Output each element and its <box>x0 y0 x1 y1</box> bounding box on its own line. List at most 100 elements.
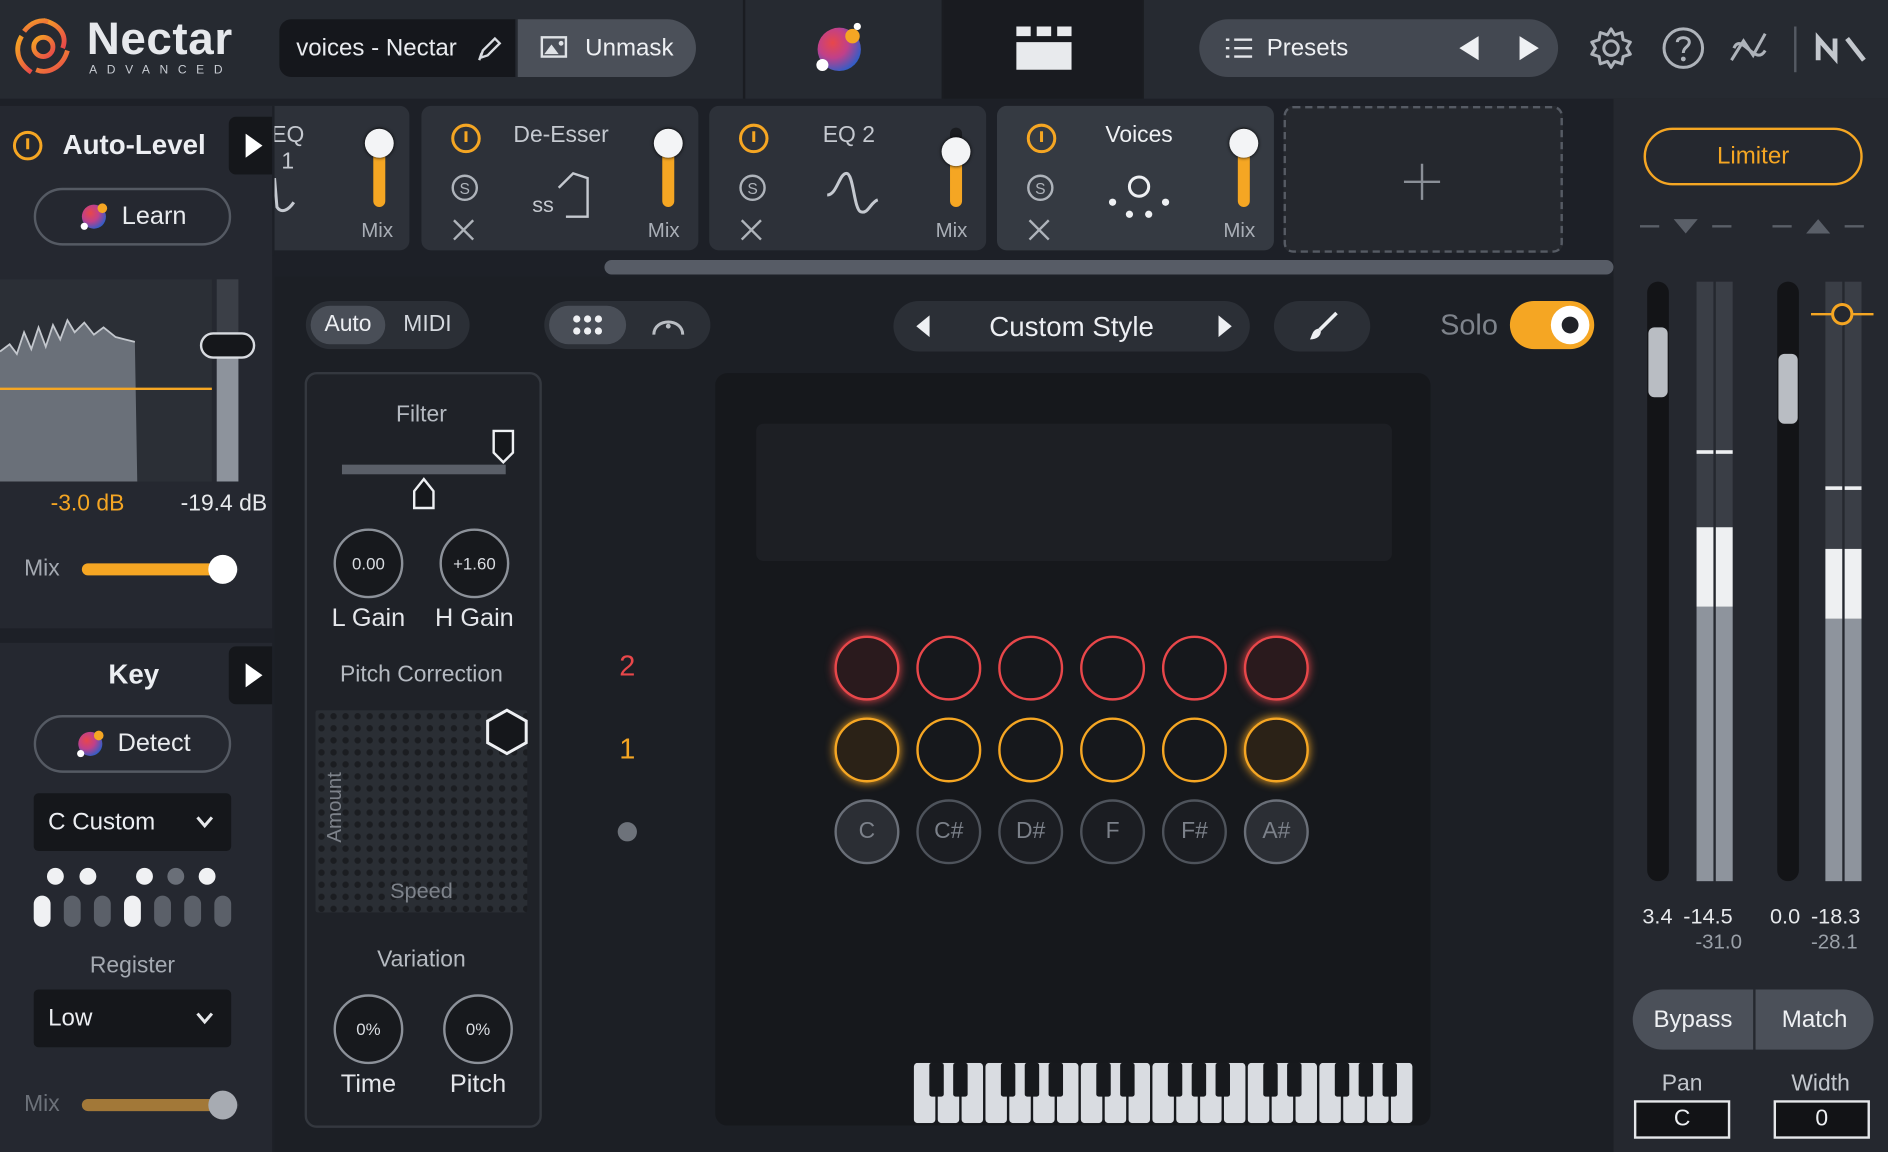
root-note-fsharp[interactable]: F# <box>1161 799 1227 865</box>
register-dropdown[interactable]: Low <box>33 989 232 1048</box>
root-note-asharp[interactable]: A# <box>1243 799 1309 865</box>
auto-level-mix-slider[interactable] <box>81 554 239 584</box>
voice-2-note-csharp[interactable] <box>916 635 982 701</box>
key-expand-button[interactable] <box>228 646 273 705</box>
voice-1-note-f[interactable] <box>1080 717 1146 783</box>
solo-icon[interactable]: S <box>1026 173 1055 202</box>
voice-1-note-dsharp[interactable] <box>998 717 1064 783</box>
output-gain-fader[interactable] <box>1777 281 1799 882</box>
next-preset-icon[interactable] <box>1517 36 1541 61</box>
close-icon[interactable] <box>450 217 476 243</box>
grid-view-button[interactable] <box>549 305 627 345</box>
voice-2-note-c[interactable] <box>834 635 900 701</box>
voice-2-note-dsharp[interactable] <box>998 635 1064 701</box>
limiter-threshold-handle[interactable] <box>1810 301 1874 327</box>
solo-icon[interactable]: S <box>450 173 479 202</box>
prev-preset-icon[interactable] <box>1457 36 1481 61</box>
close-icon[interactable] <box>1026 217 1052 243</box>
slider-knob[interactable] <box>653 128 683 158</box>
assistant-orb-icon[interactable] <box>812 22 867 77</box>
power-icon[interactable] <box>12 130 43 161</box>
voice-1-note-csharp[interactable] <box>916 717 982 783</box>
root-note-csharp[interactable]: C# <box>916 799 982 865</box>
edit-pencil-icon[interactable] <box>476 34 505 63</box>
plugin-link-icon[interactable] <box>1724 24 1772 72</box>
slider-knob[interactable] <box>941 137 971 167</box>
fader-knob[interactable] <box>1648 327 1668 398</box>
limiter-button[interactable]: Limiter <box>1643 127 1863 186</box>
learn-button[interactable]: Learn <box>33 187 232 246</box>
settings-gear-icon[interactable] <box>1587 24 1635 72</box>
pitch-correction-handle[interactable] <box>484 708 530 756</box>
add-module-slot[interactable] <box>1283 105 1563 253</box>
piano-black-key[interactable] <box>1191 1062 1207 1097</box>
auto-level-expand-button[interactable] <box>228 116 273 175</box>
key-mix-slider[interactable] <box>81 1090 239 1120</box>
filter-range-slider[interactable] <box>340 429 521 513</box>
pan-field[interactable]: C <box>1633 1100 1731 1139</box>
presets-bar[interactable]: Presets <box>1199 19 1559 78</box>
key-scale-dropdown[interactable]: C Custom <box>33 793 232 852</box>
mode-auto-button[interactable]: Auto <box>310 305 386 345</box>
voice-2-note-f[interactable] <box>1080 635 1146 701</box>
edit-style-button[interactable] <box>1273 300 1371 352</box>
piano-black-key[interactable] <box>1287 1062 1302 1097</box>
piano-keyboard[interactable] <box>913 1062 1414 1124</box>
input-gain-fader[interactable] <box>1647 281 1669 882</box>
piano-black-key[interactable] <box>1382 1062 1397 1097</box>
view-tab-modules[interactable] <box>944 0 1142 99</box>
pitch-variation-knob[interactable]: 0% <box>443 994 513 1065</box>
piano-black-key[interactable] <box>929 1062 944 1097</box>
module-mix-slider[interactable] <box>941 127 971 208</box>
solo-toggle[interactable] <box>1509 300 1595 350</box>
solo-icon[interactable]: S <box>738 173 767 202</box>
piano-black-key[interactable] <box>1215 1062 1230 1097</box>
high-gain-knob[interactable]: +1.60 <box>439 528 510 599</box>
width-field[interactable]: 0 <box>1773 1100 1870 1139</box>
module-mix-slider[interactable] <box>653 127 683 208</box>
style-name[interactable]: Custom Style <box>942 311 1202 344</box>
module-mix-slider[interactable] <box>1229 127 1259 208</box>
detect-button[interactable]: Detect <box>33 715 232 773</box>
piano-black-key[interactable] <box>953 1062 968 1097</box>
low-gain-knob[interactable]: 0.00 <box>333 528 404 599</box>
voice-2-note-asharp[interactable] <box>1243 635 1309 701</box>
root-note-f[interactable]: F <box>1080 799 1146 865</box>
voice-1-note-fsharp[interactable] <box>1161 717 1227 783</box>
module-eq2[interactable]: S EQ 2 Mix <box>709 105 987 251</box>
root-note-dsharp[interactable]: D# <box>998 799 1064 865</box>
prev-style-icon[interactable] <box>915 315 932 338</box>
scale-keys-selector[interactable] <box>31 867 236 930</box>
time-variation-knob[interactable]: 0% <box>333 994 404 1065</box>
voice-1-note-asharp[interactable] <box>1243 717 1309 783</box>
piano-black-key[interactable] <box>1096 1062 1111 1097</box>
module-de-esser[interactable]: S De-Esser ss Mix <box>421 105 699 251</box>
module-mix-slider[interactable] <box>364 127 394 208</box>
bypass-button[interactable]: Bypass <box>1632 989 1754 1050</box>
match-button[interactable]: Match <box>1755 989 1874 1050</box>
arc-view-button[interactable] <box>631 306 706 345</box>
piano-black-key[interactable] <box>1024 1062 1040 1097</box>
module-voices[interactable]: S Voices Mix <box>996 105 1274 251</box>
piano-black-key[interactable] <box>1000 1062 1016 1097</box>
root-note-c[interactable]: C <box>834 799 900 865</box>
target-level-slider[interactable] <box>199 279 256 482</box>
voice-1-note-c[interactable] <box>834 717 900 783</box>
close-icon[interactable] <box>738 217 764 243</box>
slider-knob[interactable] <box>1229 128 1259 158</box>
slider-knob[interactable] <box>364 128 394 158</box>
piano-black-key[interactable] <box>1048 1062 1064 1097</box>
voice-2-note-fsharp[interactable] <box>1161 635 1227 701</box>
piano-black-key[interactable] <box>1358 1062 1374 1097</box>
ni-logo-icon[interactable] <box>1813 24 1871 72</box>
next-style-icon[interactable] <box>1216 315 1233 338</box>
power-icon[interactable] <box>450 123 481 154</box>
piano-black-key[interactable] <box>1263 1062 1278 1097</box>
module-chain-scrollbar[interactable] <box>604 260 1614 275</box>
piano-black-key[interactable] <box>1120 1062 1135 1097</box>
mode-midi-button[interactable]: MIDI <box>390 306 465 345</box>
piano-black-key[interactable] <box>1334 1062 1350 1097</box>
power-icon[interactable] <box>1026 123 1057 154</box>
piano-black-key[interactable] <box>1167 1062 1183 1097</box>
fader-knob[interactable] <box>1778 353 1798 424</box>
